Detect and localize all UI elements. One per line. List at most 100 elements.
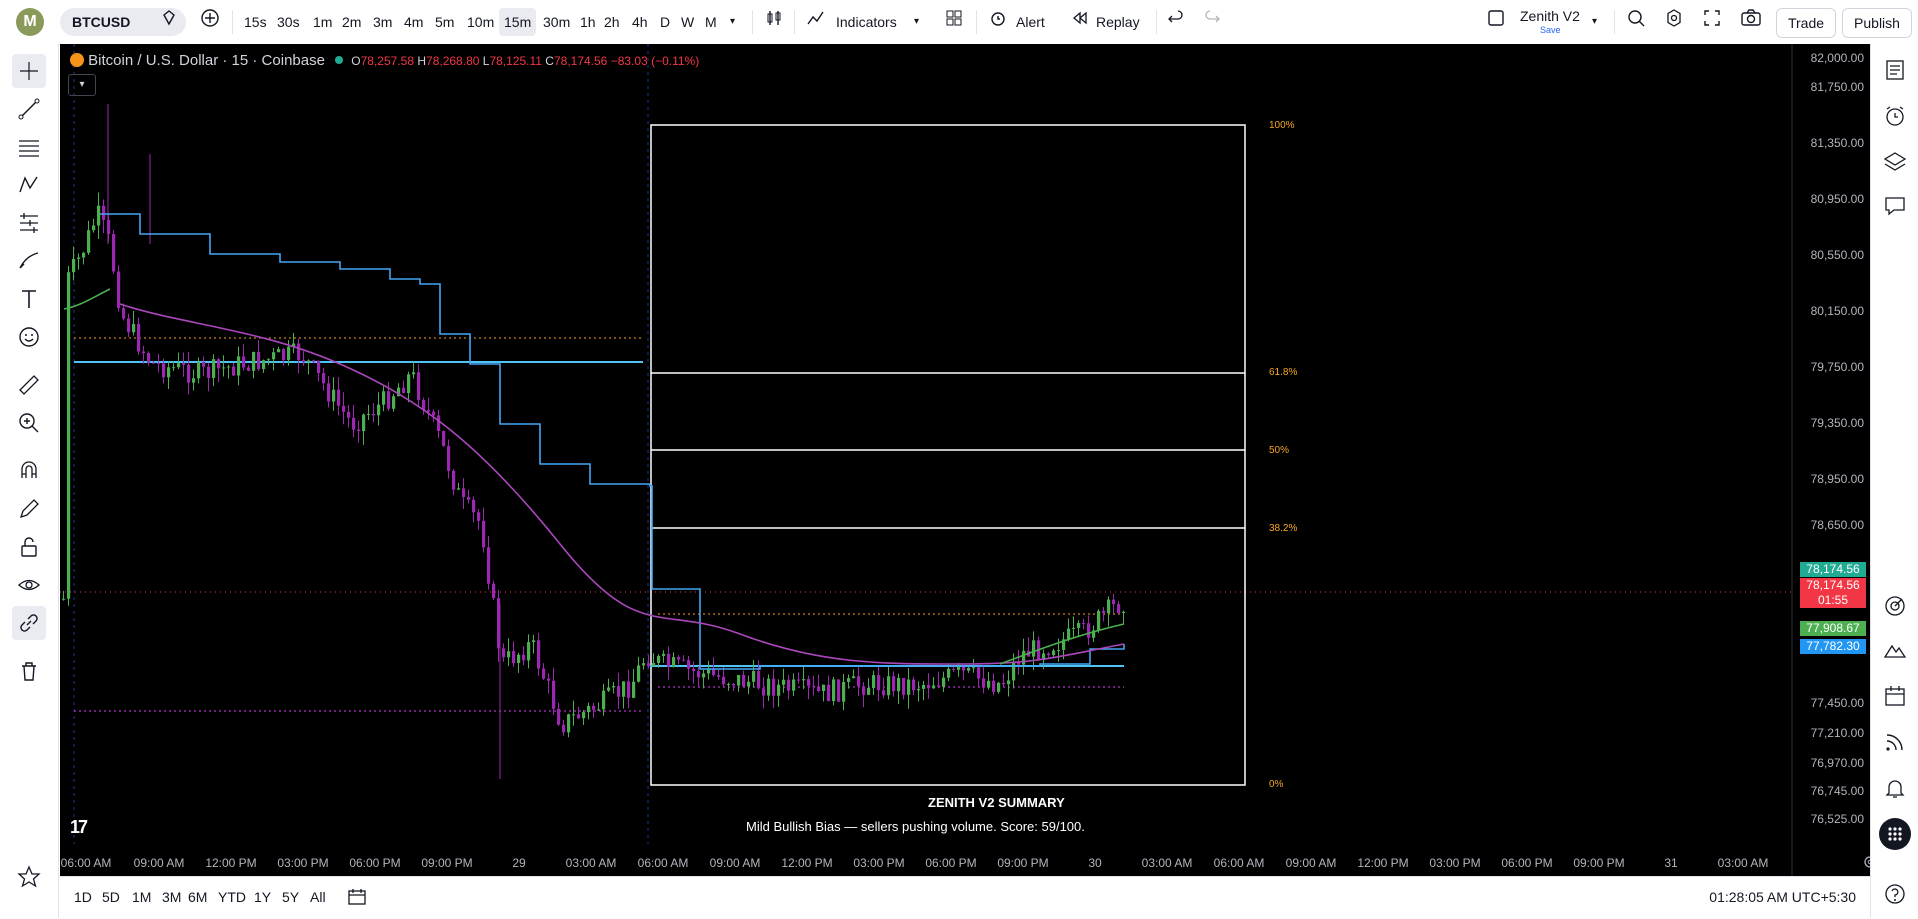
layout-name[interactable]: Zenith V2 — [1520, 8, 1580, 24]
chevron-down-icon[interactable]: ▾ — [730, 8, 735, 36]
alert-icon[interactable] — [988, 8, 1008, 36]
pine-editor-icon[interactable] — [1879, 634, 1911, 666]
layout-save-status[interactable]: Save — [1540, 25, 1561, 35]
trade-button[interactable]: Trade — [1776, 8, 1836, 38]
drawing-toolbar — [0, 44, 59, 918]
trend-line-icon[interactable] — [12, 92, 46, 126]
interval-1m[interactable]: 1m — [313, 8, 332, 36]
rss-feed-icon[interactable] — [1879, 726, 1911, 758]
interval-D[interactable]: D — [660, 8, 670, 36]
eye-icon[interactable] — [12, 568, 46, 602]
layout-checkbox-icon[interactable] — [1486, 8, 1506, 36]
fullscreen-icon[interactable] — [1702, 8, 1722, 36]
brush-icon[interactable] — [12, 244, 46, 278]
indicators-icon[interactable] — [806, 8, 826, 36]
moving-average-fast-line — [63, 288, 1125, 665]
candle-body — [377, 404, 381, 416]
tradingview-logo[interactable]: 17 — [70, 817, 88, 838]
candle-body — [557, 708, 561, 725]
zoom-in-icon[interactable] — [12, 406, 46, 440]
calendar-icon[interactable] — [1879, 680, 1911, 712]
crosshair-icon[interactable] — [12, 54, 46, 88]
range-YTD[interactable]: YTD — [218, 889, 246, 905]
ruler-icon[interactable] — [12, 368, 46, 402]
fib-box[interactable] — [650, 124, 1246, 786]
alarm-clock-icon[interactable] — [1879, 100, 1911, 132]
interval-2h[interactable]: 2h — [604, 8, 620, 36]
clock-timezone[interactable]: 01:28:05 AM UTC+5:30 — [1709, 889, 1856, 905]
interval-1h[interactable]: 1h — [580, 8, 596, 36]
interval-15m[interactable]: 15m — [499, 8, 537, 36]
range-5Y[interactable]: 5Y — [282, 889, 299, 905]
candle-body — [997, 682, 1001, 692]
diamond-icon[interactable] — [160, 8, 178, 36]
layers-icon[interactable] — [1879, 146, 1911, 178]
interval-4h[interactable]: 4h — [632, 8, 648, 36]
indicators-button[interactable]: Indicators — [836, 8, 897, 36]
camera-icon[interactable] — [1740, 8, 1762, 36]
interval-M[interactable]: M — [705, 8, 717, 36]
candle-body — [1102, 610, 1106, 614]
pattern-icon[interactable] — [12, 168, 46, 202]
range-5D[interactable]: 5D — [102, 889, 120, 905]
goto-date-icon[interactable] — [346, 886, 368, 911]
user-avatar[interactable]: M — [16, 8, 44, 36]
replay-icon[interactable] — [1070, 8, 1090, 36]
redo-icon[interactable] — [1202, 8, 1222, 36]
chart-plot[interactable] — [60, 44, 1870, 876]
low-value: 78,125.11 — [489, 54, 542, 68]
trash-icon[interactable] — [12, 654, 46, 688]
replay-button[interactable]: Replay — [1096, 8, 1140, 36]
chart-type-icon[interactable] — [764, 8, 784, 36]
undo-icon[interactable] — [1166, 8, 1186, 36]
target-icon[interactable] — [1879, 590, 1911, 622]
add-symbol-icon[interactable] — [200, 8, 220, 36]
notifications-bell-icon[interactable] — [1879, 772, 1911, 804]
interval-2m[interactable]: 2m — [342, 8, 361, 36]
legend-collapse-button[interactable]: ▾ — [68, 74, 96, 96]
candle-body — [217, 359, 221, 369]
range-1D[interactable]: 1D — [74, 889, 92, 905]
forecast-icon[interactable] — [12, 206, 46, 240]
range-3M[interactable]: 3M — [162, 889, 181, 905]
help-icon[interactable] — [1879, 878, 1911, 910]
fib-retracement-icon[interactable] — [12, 130, 46, 164]
chat-icon[interactable] — [1879, 190, 1911, 222]
link-icon[interactable] — [12, 606, 46, 640]
chevron-down-icon[interactable]: ▾ — [914, 8, 919, 36]
star-icon[interactable] — [12, 860, 46, 894]
text-icon[interactable] — [12, 282, 46, 316]
interval-30s[interactable]: 30s — [277, 8, 300, 36]
interval-10m[interactable]: 10m — [467, 8, 494, 36]
settings-gear-icon[interactable] — [1664, 8, 1684, 36]
lock-icon[interactable] — [12, 530, 46, 564]
interval-5m[interactable]: 5m — [435, 8, 454, 36]
layouts-icon[interactable] — [944, 8, 964, 36]
candle-body — [667, 653, 671, 667]
emoji-icon[interactable] — [12, 320, 46, 354]
legend-title[interactable]: Bitcoin / U.S. Dollar · 15 · Coinbase — [88, 52, 325, 69]
interval-3m[interactable]: 3m — [373, 8, 392, 36]
candle-body — [542, 668, 546, 679]
alert-button[interactable]: Alert — [1016, 8, 1045, 36]
chevron-down-icon[interactable]: ▾ — [1592, 8, 1597, 36]
candle-body — [1017, 662, 1021, 665]
publish-button[interactable]: Publish — [1842, 8, 1912, 38]
range-1Y[interactable]: 1Y — [254, 889, 271, 905]
quick-search-icon[interactable] — [1626, 8, 1646, 36]
range-6M[interactable]: 6M — [188, 889, 207, 905]
magnet-icon[interactable] — [12, 454, 46, 488]
symbol-label[interactable]: BTCUSD — [72, 8, 130, 36]
interval-W[interactable]: W — [681, 8, 694, 36]
watchlist-icon[interactable] — [1879, 54, 1911, 86]
range-1M[interactable]: 1M — [132, 889, 151, 905]
interval-30m[interactable]: 30m — [543, 8, 570, 36]
chart-canvas[interactable]: Bitcoin / U.S. Dollar · 15 · Coinbase O7… — [60, 44, 1870, 876]
fib-retracement-drawing[interactable] — [650, 124, 1246, 786]
interval-4m[interactable]: 4m — [404, 8, 423, 36]
candle-body — [97, 205, 101, 226]
range-All[interactable]: All — [310, 889, 326, 905]
apps-grid-icon[interactable] — [1879, 818, 1911, 850]
stay-drawing-icon[interactable] — [12, 492, 46, 526]
interval-15s[interactable]: 15s — [244, 8, 267, 36]
